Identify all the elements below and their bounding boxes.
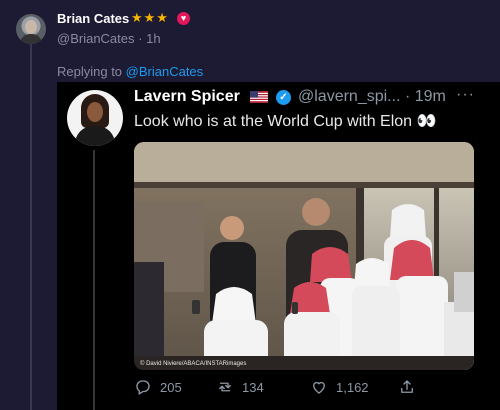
lavern-spicer-avatar[interactable]	[67, 90, 123, 146]
more-options-icon[interactable]: ···	[456, 86, 475, 104]
stadium-photo-image	[134, 142, 474, 370]
card-thread-line	[93, 150, 95, 410]
share-action[interactable]	[398, 378, 416, 396]
photo-credit: © David Niviere/ABACA/INSTARimages	[140, 361, 247, 367]
reply-count: 205	[160, 379, 182, 395]
retweet-count: 134	[242, 379, 264, 395]
like-action[interactable]: 1,162	[310, 378, 369, 396]
avatar-shoulders	[75, 126, 115, 146]
share-icon	[401, 380, 413, 393]
avatar-face	[87, 102, 103, 122]
replying-to-link[interactable]: @BrianCates	[126, 64, 204, 79]
avatar-face	[25, 20, 37, 34]
replying-to-line: Replying to @BrianCates	[57, 64, 203, 79]
avatar-body	[20, 34, 42, 44]
heart-badge-icon: ♥	[177, 12, 190, 25]
star-emoji-icons: ★★★	[131, 10, 169, 25]
tweet-handle-time: @lavern_spi... · 19m	[298, 88, 446, 106]
replying-prefix: Replying to	[57, 64, 126, 79]
brian-cates-avatar[interactable]	[16, 14, 46, 44]
parent-handle-time: @BrianCates · 1h	[57, 31, 161, 46]
parent-author-name[interactable]: Brian Cates	[57, 11, 129, 26]
retweet-icon	[219, 382, 231, 392]
tweet-text: Look who is at the World Cup with Elon 👀	[134, 113, 437, 130]
heart-icon	[313, 381, 325, 394]
reply-icon	[136, 380, 150, 395]
tweet-handle[interactable]: @lavern_spi...	[298, 88, 401, 105]
retweet-action[interactable]: 134	[216, 378, 264, 396]
separator-dot: ·	[138, 31, 147, 46]
tweet-actions-bar: 205 134 1,162	[134, 378, 474, 400]
tweet-timestamp[interactable]: 19m	[415, 88, 446, 105]
reply-action[interactable]: 205	[134, 378, 182, 396]
tweet-author-name[interactable]: Lavern Spicer	[134, 88, 240, 106]
us-flag-icon	[250, 91, 268, 103]
verified-badge-icon: ✓	[276, 90, 291, 105]
parent-timestamp[interactable]: 1h	[146, 31, 160, 46]
thread-connector-line	[30, 44, 32, 410]
separator-dot: ·	[404, 88, 415, 105]
parent-handle[interactable]: @BrianCates	[57, 31, 135, 46]
tweet-photo[interactable]: © David Niviere/ABACA/INSTARimages	[134, 142, 474, 370]
like-count: 1,162	[336, 379, 369, 395]
